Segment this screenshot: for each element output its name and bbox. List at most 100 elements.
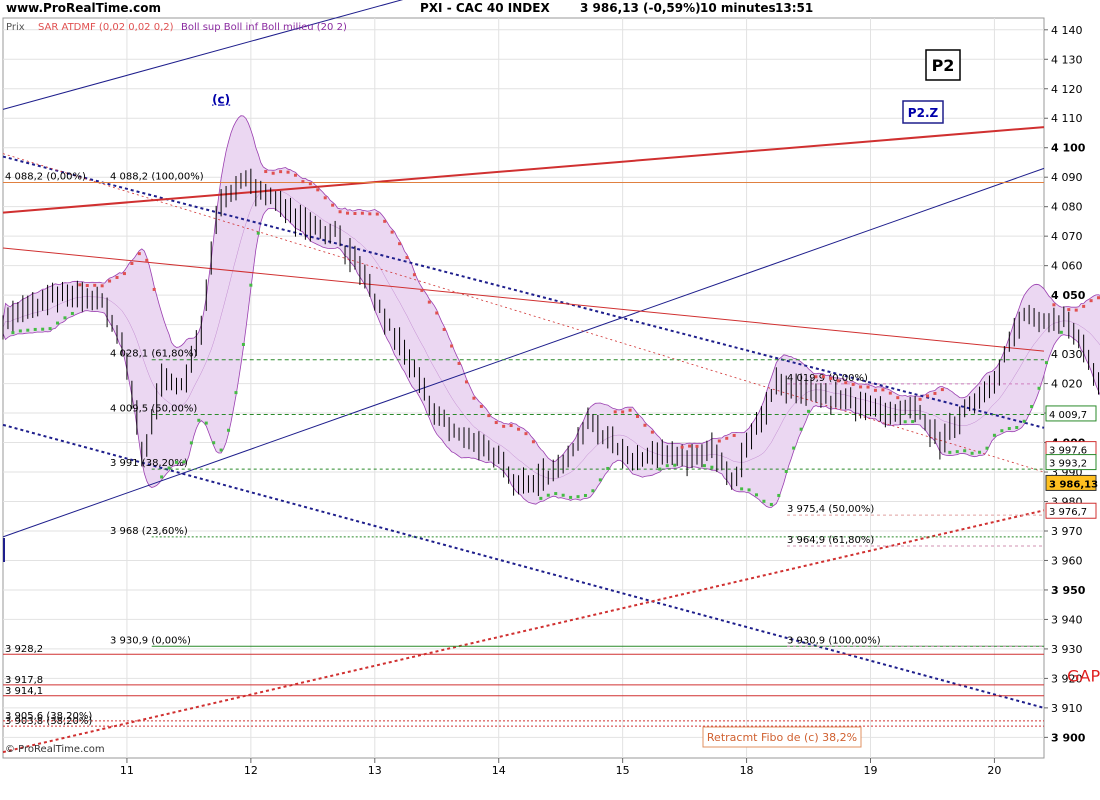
sar-dot	[1089, 299, 1093, 303]
sar-dot	[799, 427, 803, 431]
sar-dot	[873, 388, 877, 392]
sar-dot	[517, 427, 521, 431]
sar-dot	[807, 409, 811, 413]
sar-dot	[398, 242, 402, 246]
sar-dot	[167, 466, 171, 470]
sar-dot	[509, 424, 513, 428]
sar-dot	[695, 444, 699, 448]
fibo-label: 3 930,9 (100,00%)	[787, 635, 881, 646]
gap-label: GAP	[1067, 666, 1100, 685]
sar-dot	[390, 230, 394, 234]
fibo-label: 3 975,4 (50,00%)	[787, 504, 874, 515]
sar-dot	[1059, 330, 1063, 334]
wave-label-c[interactable]: (c)	[212, 92, 230, 106]
sar-dot	[680, 445, 684, 449]
sar-dot	[836, 379, 840, 383]
sar-dot	[985, 446, 989, 450]
y-tick-label: 4 130	[1051, 53, 1083, 66]
price-tag-label: 3 976,7	[1049, 507, 1087, 518]
gap-level-label: 3 917,8	[5, 675, 43, 686]
sar-dot	[1015, 426, 1019, 430]
y-tick-label: 4 120	[1051, 83, 1083, 96]
sar-dot	[175, 460, 178, 464]
sar-dot	[70, 311, 74, 315]
fibo-label: 4 009,5 (50,00%)	[110, 404, 197, 415]
sar-dot	[792, 446, 796, 450]
fibo-label: 4 028,1 (61,80%)	[110, 349, 197, 360]
sar-dot	[940, 388, 944, 392]
sar-dot	[926, 394, 930, 398]
sar-dot	[48, 327, 52, 331]
y-tick-label: 3 910	[1051, 702, 1083, 715]
sar-dot	[256, 231, 260, 235]
sar-dot	[189, 441, 193, 445]
sar-dot	[814, 375, 818, 379]
sar-dot	[420, 288, 424, 292]
legend-boll: Boll sup Boll inf Boll milieu (20 2)	[181, 22, 347, 33]
sar-dot	[665, 464, 669, 468]
sar-dot	[725, 436, 729, 440]
price-tag-label: 3 986,13	[1049, 479, 1098, 490]
sar-dot	[702, 464, 706, 468]
sar-dot	[464, 380, 468, 384]
sar-dot	[212, 441, 216, 445]
x-tick-label: 14	[492, 764, 506, 777]
sar-dot	[844, 381, 848, 385]
x-tick-label: 20	[987, 764, 1001, 777]
sar-dot	[145, 258, 149, 262]
x-tick-label: 19	[864, 764, 878, 777]
sar-dot	[472, 396, 476, 400]
sar-dot	[1074, 308, 1078, 312]
sar-dot	[375, 212, 379, 216]
y-tick-label: 4 080	[1051, 201, 1083, 214]
chart-window: www.ProRealTime.com PXI - CAC 40 INDEX 3…	[0, 0, 1100, 800]
sar-dot	[821, 375, 825, 379]
sar-dot	[866, 385, 870, 389]
sar-dot	[204, 421, 208, 425]
sar-dot	[970, 451, 974, 455]
price-tag-label: 4 009,7	[1049, 410, 1087, 421]
sar-dot	[650, 430, 654, 434]
sar-dot	[1044, 361, 1048, 365]
sar-dot	[636, 414, 640, 418]
y-tick-label: 3 900	[1051, 731, 1086, 744]
y-tick-label: 3 930	[1051, 643, 1083, 656]
sar-dot	[903, 420, 907, 424]
y-tick-label: 4 070	[1051, 230, 1083, 243]
sar-dot	[606, 466, 610, 470]
gap-level-label: 3 914,1	[5, 686, 43, 697]
sar-dot	[63, 316, 67, 320]
sar-dot	[264, 170, 268, 174]
sar-dot	[554, 492, 558, 496]
sar-dot	[621, 410, 625, 414]
sar-dot	[368, 212, 372, 216]
sar-dot	[955, 450, 959, 454]
sar-dot	[598, 478, 602, 482]
sar-dot	[137, 252, 141, 256]
x-tick-label: 18	[740, 764, 754, 777]
left-marker	[3, 538, 5, 562]
sar-dot	[784, 469, 788, 473]
sar-dot	[992, 433, 996, 437]
sar-dot	[732, 433, 736, 437]
sar-dot	[18, 329, 22, 333]
sar-dot	[948, 450, 952, 454]
sar-dot	[569, 495, 573, 499]
sar-dot	[26, 328, 30, 332]
sar-dot	[911, 420, 915, 424]
sar-dot	[1082, 304, 1086, 308]
price-chart[interactable]: 4 140 4 130 4 120 4 110 4 100 4 090 4 080 4 070…	[0, 0, 1100, 800]
y-tick-label: 4 090	[1051, 171, 1083, 184]
sar-dot	[561, 493, 565, 497]
sar-dot	[93, 283, 97, 287]
sar-dot	[249, 283, 253, 287]
sar-dot	[829, 376, 833, 380]
fibo-label: 3 930,9 (0,00%)	[110, 635, 191, 646]
sar-dot	[1007, 427, 1011, 431]
sar-dot	[740, 487, 744, 491]
sar-dot	[658, 467, 662, 471]
y-tick-label: 4 020	[1051, 378, 1083, 391]
x-tick-label: 11	[120, 764, 134, 777]
sar-dot	[859, 385, 863, 389]
sar-dot	[115, 275, 119, 279]
